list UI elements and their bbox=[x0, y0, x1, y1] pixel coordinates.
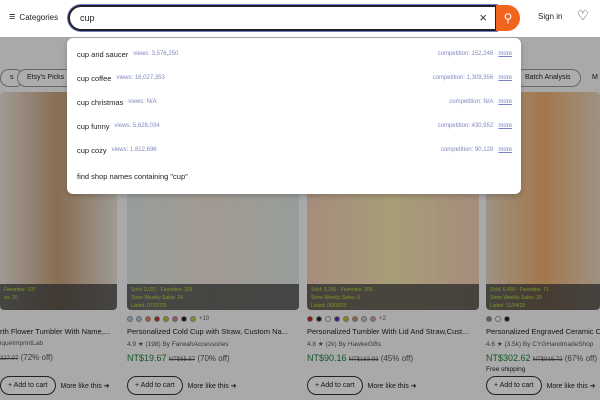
suggestion-term: cup cozy bbox=[77, 145, 107, 155]
suggestion-competition: competition: 90,128 bbox=[440, 147, 494, 153]
suggestion-competition: competition: 430,952 bbox=[437, 123, 494, 129]
more-link[interactable]: more bbox=[498, 99, 512, 105]
more-link[interactable]: more bbox=[498, 75, 512, 81]
find-shop-names[interactable]: find shop names containing "cup" bbox=[77, 169, 512, 183]
search-value: cup bbox=[80, 13, 95, 23]
favorites-heart-icon[interactable]: ♡ bbox=[577, 8, 589, 24]
suggestion-row[interactable]: cup coffee views: 16,027,353 competition: … bbox=[77, 71, 512, 85]
menu-icon: ≡ bbox=[9, 11, 16, 23]
search-button[interactable]: ⚲ bbox=[496, 5, 520, 31]
suggestion-views: views: 1,812,696 bbox=[111, 147, 157, 153]
suggestion-views: views: N/A bbox=[128, 99, 157, 105]
suggestion-term: cup funny bbox=[77, 121, 110, 131]
search-icon: ⚲ bbox=[503, 11, 513, 25]
suggestion-views: views: 3,576,250 bbox=[133, 51, 179, 57]
suggestion-views: views: 16,027,353 bbox=[116, 75, 165, 81]
suggestion-row[interactable]: cup cozy views: 1,812,696 competition: 90,… bbox=[77, 143, 512, 157]
suggestion-row[interactable]: cup and saucer views: 3,576,250 competitio… bbox=[77, 47, 512, 61]
more-link[interactable]: more bbox=[498, 147, 512, 153]
more-link[interactable]: more bbox=[498, 123, 512, 129]
more-link[interactable]: more bbox=[498, 51, 512, 57]
suggestion-term: cup christmas bbox=[77, 97, 124, 107]
suggestion-row[interactable]: cup christmas views: N/A competition: N/A m… bbox=[77, 95, 512, 109]
suggestion-term: cup and saucer bbox=[77, 49, 129, 59]
categories-button[interactable]: ≡ Categories bbox=[9, 11, 58, 23]
suggestion-row[interactable]: cup funny views: 5,628,034 competition: 43… bbox=[77, 119, 512, 133]
categories-label: Categories bbox=[19, 12, 59, 22]
suggestion-term: cup coffee bbox=[77, 73, 112, 83]
sign-in-link[interactable]: Sign in bbox=[538, 12, 562, 21]
header: ≡ Categories cup × ⚲ Sign in ♡ bbox=[0, 0, 600, 37]
suggestion-competition: competition: 1,309,356 bbox=[432, 75, 494, 81]
suggestion-competition: competition: 152,246 bbox=[437, 51, 494, 57]
clear-icon[interactable]: × bbox=[479, 10, 487, 25]
search-input[interactable]: cup × bbox=[68, 5, 497, 31]
suggestion-competition: competition: N/A bbox=[449, 99, 494, 105]
suggestion-views: views: 5,628,034 bbox=[114, 123, 160, 129]
search-suggestions-dropdown: find shop names containing "cup" cup and… bbox=[67, 38, 521, 194]
